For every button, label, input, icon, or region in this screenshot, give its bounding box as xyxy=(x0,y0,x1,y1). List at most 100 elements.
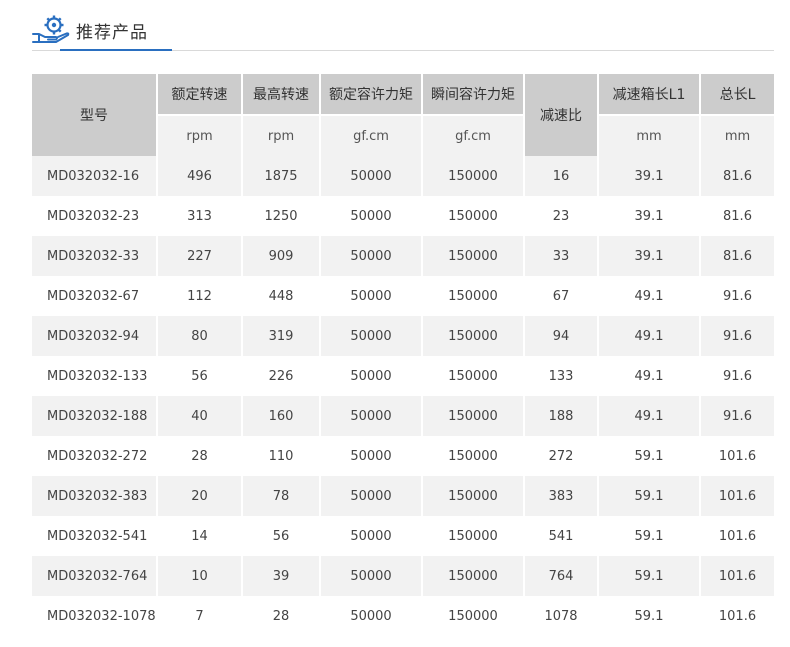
cell-rated-speed: 313 xyxy=(157,196,243,236)
cell-gearbox-length: 59.1 xyxy=(598,596,701,636)
cell-total-length: 101.6 xyxy=(700,596,774,636)
cell-rated-torque: 50000 xyxy=(320,516,423,556)
table-row: MD032032-67 112 448 50000 150000 67 49.1 91.6 xyxy=(32,276,774,316)
cell-ratio: 272 xyxy=(524,436,599,476)
cell-rated-torque: 50000 xyxy=(320,356,423,396)
cell-max-speed: 110 xyxy=(242,436,321,476)
unit-rated-torque: gf.cm xyxy=(320,115,423,156)
cell-instant-torque: 150000 xyxy=(422,516,525,556)
unit-total-length: mm xyxy=(700,115,774,156)
cell-instant-torque: 150000 xyxy=(422,236,525,276)
cell-model: MD032032-33 xyxy=(32,236,158,276)
header-accent-bar xyxy=(60,49,172,51)
cell-model: MD032032-16 xyxy=(32,156,158,196)
cell-gearbox-length: 49.1 xyxy=(598,276,701,316)
col-header-instant-torque: 瞬间容许力矩 xyxy=(422,74,525,116)
cell-instant-torque: 150000 xyxy=(422,556,525,596)
cell-instant-torque: 150000 xyxy=(422,316,525,356)
cell-rated-speed: 10 xyxy=(157,556,243,596)
cell-max-speed: 160 xyxy=(242,396,321,436)
cell-model: MD032032-94 xyxy=(32,316,158,356)
cell-rated-speed: 40 xyxy=(157,396,243,436)
table-row: MD032032-133 56 226 50000 150000 133 49.1 91.6 xyxy=(32,356,774,396)
cell-rated-torque: 50000 xyxy=(320,156,423,196)
cell-gearbox-length: 39.1 xyxy=(598,196,701,236)
cell-ratio: 133 xyxy=(524,356,599,396)
cell-ratio: 33 xyxy=(524,236,599,276)
cell-model: MD032032-272 xyxy=(32,436,158,476)
cell-max-speed: 78 xyxy=(242,476,321,516)
cell-max-speed: 909 xyxy=(242,236,321,276)
cell-rated-torque: 50000 xyxy=(320,276,423,316)
unit-max-speed: rpm xyxy=(242,115,321,156)
cell-total-length: 81.6 xyxy=(700,156,774,196)
cell-max-speed: 1250 xyxy=(242,196,321,236)
table-row: MD032032-383 20 78 50000 150000 383 59.1 101.6 xyxy=(32,476,774,516)
cell-ratio: 67 xyxy=(524,276,599,316)
table-row: MD032032-16 496 1875 50000 150000 16 39.1 81.6 xyxy=(32,156,774,196)
cell-rated-speed: 20 xyxy=(157,476,243,516)
cell-rated-torque: 50000 xyxy=(320,396,423,436)
cell-max-speed: 1875 xyxy=(242,156,321,196)
cell-total-length: 101.6 xyxy=(700,516,774,556)
cell-gearbox-length: 39.1 xyxy=(598,156,701,196)
col-header-model: 型号 xyxy=(32,74,158,156)
col-header-gearbox-length: 减速箱长L1 xyxy=(598,74,701,116)
cell-rated-torque: 50000 xyxy=(320,596,423,636)
cell-total-length: 91.6 xyxy=(700,316,774,356)
col-header-rated-speed: 额定转速 xyxy=(157,74,243,116)
table-row: MD032032-23 313 1250 50000 150000 23 39.1 81.6 xyxy=(32,196,774,236)
cell-ratio: 383 xyxy=(524,476,599,516)
cell-gearbox-length: 59.1 xyxy=(598,556,701,596)
cell-ratio: 764 xyxy=(524,556,599,596)
cell-instant-torque: 150000 xyxy=(422,196,525,236)
cell-rated-speed: 7 xyxy=(157,596,243,636)
table-row: MD032032-188 40 160 50000 150000 188 49.1 91.6 xyxy=(32,396,774,436)
section-header: 推荐产品 xyxy=(32,10,774,52)
unit-instant-torque: gf.cm xyxy=(422,115,525,156)
cell-total-length: 91.6 xyxy=(700,356,774,396)
cell-instant-torque: 150000 xyxy=(422,356,525,396)
table-row: MD032032-33 227 909 50000 150000 33 39.1 81.6 xyxy=(32,236,774,276)
table-row: MD032032-764 10 39 50000 150000 764 59.1 101.6 xyxy=(32,556,774,596)
cell-rated-torque: 50000 xyxy=(320,476,423,516)
col-header-rated-torque: 额定容许力矩 xyxy=(320,74,423,116)
cell-rated-speed: 80 xyxy=(157,316,243,356)
cell-model: MD032032-133 xyxy=(32,356,158,396)
col-header-max-speed: 最高转速 xyxy=(242,74,321,116)
cell-max-speed: 226 xyxy=(242,356,321,396)
unit-rated-speed: rpm xyxy=(157,115,243,156)
cell-max-speed: 448 xyxy=(242,276,321,316)
cell-gearbox-length: 49.1 xyxy=(598,396,701,436)
cell-total-length: 101.6 xyxy=(700,476,774,516)
cell-model: MD032032-541 xyxy=(32,516,158,556)
cell-total-length: 101.6 xyxy=(700,436,774,476)
cell-ratio: 1078 xyxy=(524,596,599,636)
cell-instant-torque: 150000 xyxy=(422,156,525,196)
cell-gearbox-length: 59.1 xyxy=(598,436,701,476)
col-header-ratio: 减速比 xyxy=(524,74,599,156)
cell-rated-torque: 50000 xyxy=(320,196,423,236)
cell-gearbox-length: 49.1 xyxy=(598,356,701,396)
cell-model: MD032032-383 xyxy=(32,476,158,516)
cell-max-speed: 39 xyxy=(242,556,321,596)
cell-gearbox-length: 49.1 xyxy=(598,316,701,356)
cell-rated-torque: 50000 xyxy=(320,316,423,356)
cell-max-speed: 319 xyxy=(242,316,321,356)
cell-ratio: 16 xyxy=(524,156,599,196)
cell-rated-torque: 50000 xyxy=(320,436,423,476)
cell-model: MD032032-1078 xyxy=(32,596,158,636)
cell-gearbox-length: 59.1 xyxy=(598,516,701,556)
table-row: MD032032-94 80 319 50000 150000 94 49.1 91.6 xyxy=(32,316,774,356)
section-title: 推荐产品 xyxy=(76,23,148,43)
cell-rated-torque: 50000 xyxy=(320,556,423,596)
cell-gearbox-length: 39.1 xyxy=(598,236,701,276)
cell-model: MD032032-23 xyxy=(32,196,158,236)
hand-gear-icon xyxy=(32,15,70,43)
cell-rated-speed: 56 xyxy=(157,356,243,396)
cell-instant-torque: 150000 xyxy=(422,596,525,636)
cell-total-length: 101.6 xyxy=(700,556,774,596)
cell-rated-speed: 14 xyxy=(157,516,243,556)
cell-gearbox-length: 59.1 xyxy=(598,476,701,516)
cell-model: MD032032-188 xyxy=(32,396,158,436)
